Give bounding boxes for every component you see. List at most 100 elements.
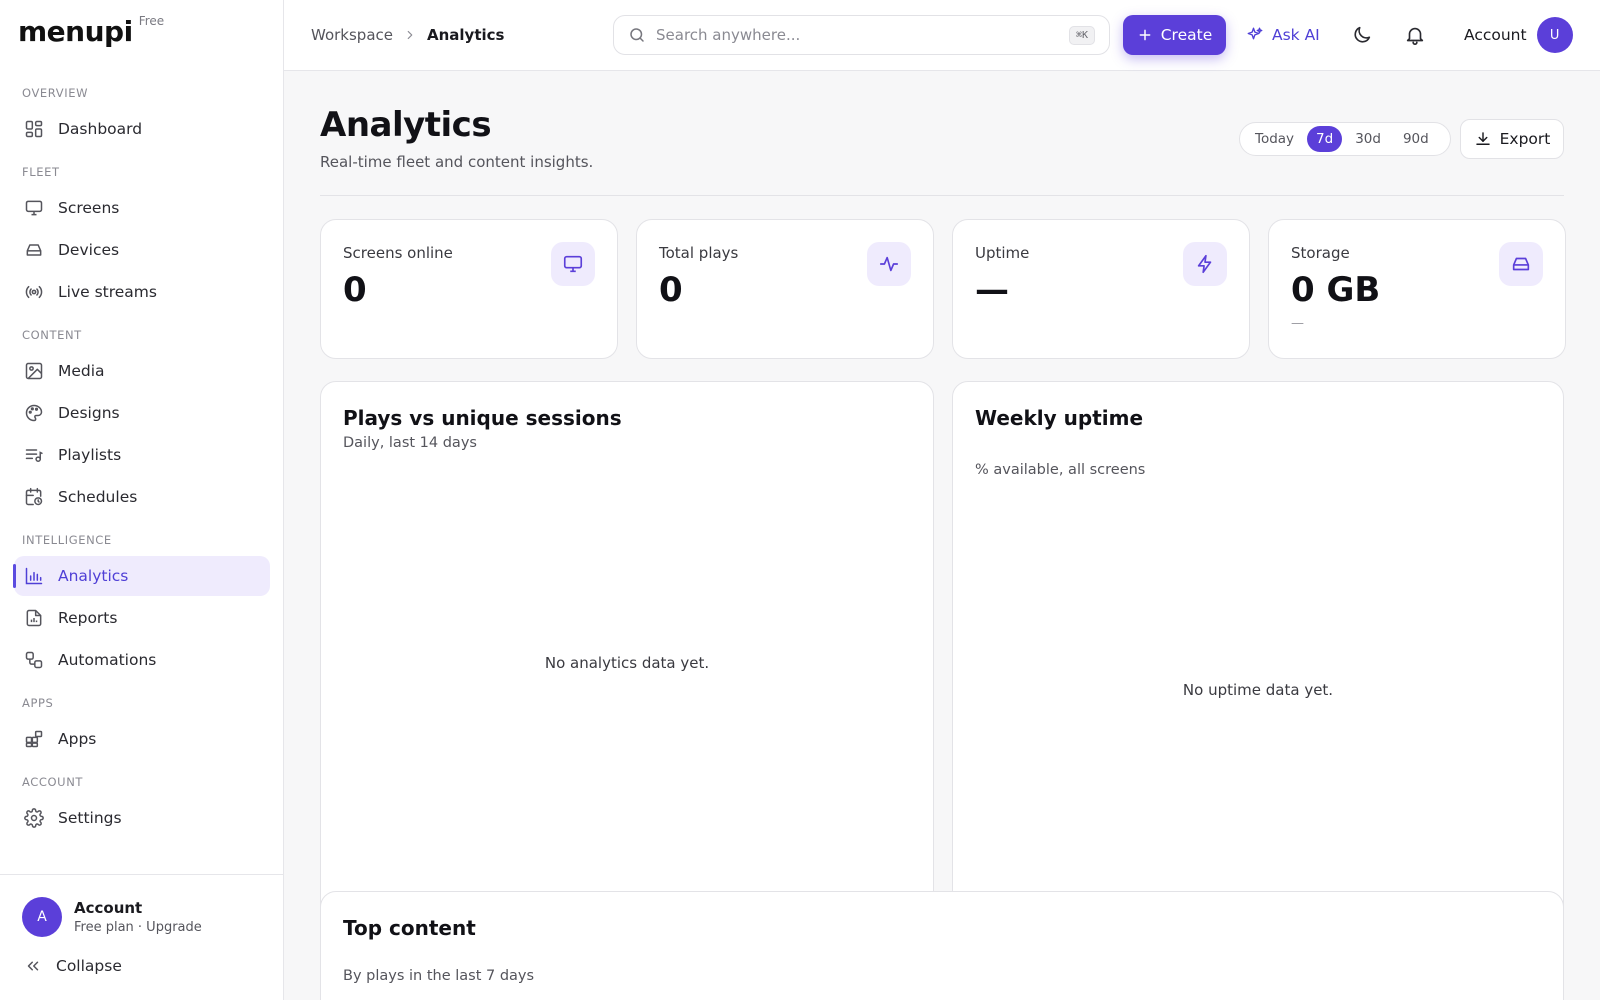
sidebar-item-schedules[interactable]: Schedules (14, 477, 270, 517)
search-input[interactable]: Search anywhere... ⌘K (613, 15, 1110, 55)
notifications-button[interactable] (1401, 21, 1429, 49)
stat-card-uptime: Uptime — (952, 219, 1250, 359)
sidebar-item-label: Reports (58, 609, 118, 627)
nav-heading: FLEET (22, 165, 60, 179)
search-icon (628, 26, 646, 44)
ask-ai-button[interactable]: Ask AI (1246, 15, 1320, 55)
search-placeholder: Search anywhere... (656, 26, 801, 44)
panel-title: Top content (343, 916, 476, 940)
top-content-panel: Top content By plays in the last 7 days (320, 891, 1564, 1000)
sidebar-item-playlists[interactable]: Playlists (14, 435, 270, 475)
sidebar-item-dashboard[interactable]: Dashboard (14, 109, 270, 149)
nav-heading: ACCOUNT (22, 775, 84, 789)
sidebar-item-devices[interactable]: Devices (14, 230, 270, 270)
nav-heading: APPS (22, 696, 54, 710)
sidebar-nav: OVERVIEW Dashboard FLEET Screens Devices Live… (0, 70, 284, 840)
monitor-icon (551, 242, 595, 286)
stat-value: 0 (659, 270, 683, 310)
stat-card-screens-online: Screens online 0 (320, 219, 618, 359)
account-plan[interactable]: Free plan · Upgrade (74, 920, 202, 935)
gear-icon (24, 808, 44, 828)
panel-subtitle: Daily, last 14 days (343, 435, 477, 451)
dashboard-icon (24, 119, 44, 139)
sidebar-item-automations[interactable]: Automations (14, 640, 270, 680)
range-option-30d[interactable]: 30d (1346, 126, 1390, 152)
sidebar-item-media[interactable]: Media (14, 351, 270, 391)
report-icon (24, 608, 44, 628)
nav-heading: OVERVIEW (22, 86, 89, 100)
export-button[interactable]: Export (1460, 119, 1564, 159)
brand[interactable]: menupi Free (18, 14, 164, 54)
collapse-button[interactable]: Collapse (24, 957, 122, 975)
sidebar-footer: A Account Free plan · Upgrade Collapse (0, 874, 284, 1000)
sidebar-item-label: Dashboard (58, 120, 143, 138)
account-switcher[interactable]: A Account Free plan · Upgrade (22, 897, 202, 937)
chevron-right-icon (403, 28, 417, 42)
breadcrumb: Workspace Analytics (311, 0, 504, 70)
nav-section-account: ACCOUNT Settings (0, 767, 284, 838)
sidebar-item-analytics[interactable]: Analytics (13, 556, 270, 596)
range-option-90d[interactable]: 90d (1394, 126, 1438, 152)
bolt-icon (1183, 242, 1227, 286)
nav-heading: CONTENT (22, 328, 82, 342)
theme-toggle-button[interactable] (1348, 21, 1376, 49)
sidebar-item-reports[interactable]: Reports (14, 598, 270, 638)
account-menu-button[interactable]: Account U (1464, 17, 1573, 53)
sidebar-item-label: Apps (58, 730, 97, 748)
sidebar-item-label: Media (58, 362, 105, 380)
nav-section-intelligence: INTELLIGENCE Analytics Reports Automations (0, 525, 284, 680)
sidebar-item-live-streams[interactable]: Live streams (14, 272, 270, 312)
sidebar-item-label: Schedules (58, 488, 138, 506)
breadcrumb-workspace[interactable]: Workspace (311, 26, 393, 44)
bar-chart-icon (24, 566, 44, 586)
range-option-7d[interactable]: 7d (1307, 126, 1343, 152)
page-subtitle: Real-time fleet and content insights. (320, 153, 594, 171)
account-label: Account (1464, 26, 1527, 44)
sidebar: menupi Free OVERVIEW Dashboard FLEET Screen… (0, 0, 284, 1000)
avatar: A (22, 897, 62, 937)
divider (320, 195, 1564, 196)
stat-label: Storage (1291, 244, 1350, 262)
range-option-today[interactable]: Today (1246, 126, 1303, 152)
plays-chart-panel: Plays vs unique sessions Daily, last 14 … (320, 381, 934, 941)
stat-label: Total plays (659, 244, 739, 262)
page-title: Analytics (320, 105, 492, 145)
playlist-icon (24, 445, 44, 465)
sidebar-item-apps[interactable]: Apps (14, 719, 270, 759)
create-button[interactable]: Create (1123, 15, 1226, 55)
sidebar-item-label: Screens (58, 199, 120, 217)
panel-title: Weekly uptime (975, 406, 1144, 430)
sidebar-item-label: Live streams (58, 283, 157, 301)
drive-icon (24, 240, 44, 260)
drive-icon (1499, 242, 1543, 286)
stat-value: — (975, 270, 1009, 310)
bell-icon (1404, 24, 1426, 46)
brand-logo: menupi (18, 15, 133, 48)
image-icon (24, 361, 44, 381)
sidebar-item-label: Designs (58, 404, 120, 422)
panel-subtitle: % available, all screens (975, 462, 1146, 478)
nav-section-overview: OVERVIEW Dashboard (0, 78, 284, 149)
sidebar-item-screens[interactable]: Screens (14, 188, 270, 228)
nav-section-fleet: FLEET Screens Devices Live streams (0, 157, 284, 312)
stat-label: Uptime (975, 244, 1030, 262)
sparkles-icon (1246, 26, 1264, 44)
sidebar-item-label: Automations (58, 651, 157, 669)
plus-icon (1137, 27, 1153, 43)
calendar-clock-icon (24, 487, 44, 507)
collapse-label: Collapse (56, 957, 122, 975)
main-content: Analytics Real-time fleet and content in… (284, 71, 1600, 1000)
sidebar-item-settings[interactable]: Settings (14, 798, 270, 838)
sidebar-item-designs[interactable]: Designs (14, 393, 270, 433)
chevrons-left-icon (24, 957, 42, 975)
sidebar-item-label: Settings (58, 809, 122, 827)
breadcrumb-current: Analytics (427, 26, 505, 44)
apps-icon (24, 729, 44, 749)
account-name: Account (74, 899, 143, 917)
stat-value: 0 GB (1291, 270, 1381, 310)
ask-ai-label: Ask AI (1272, 26, 1320, 44)
workflow-icon (24, 650, 44, 670)
avatar: U (1536, 17, 1573, 53)
search-shortcut: ⌘K (1068, 25, 1095, 45)
stat-sub: — (1291, 316, 1304, 331)
